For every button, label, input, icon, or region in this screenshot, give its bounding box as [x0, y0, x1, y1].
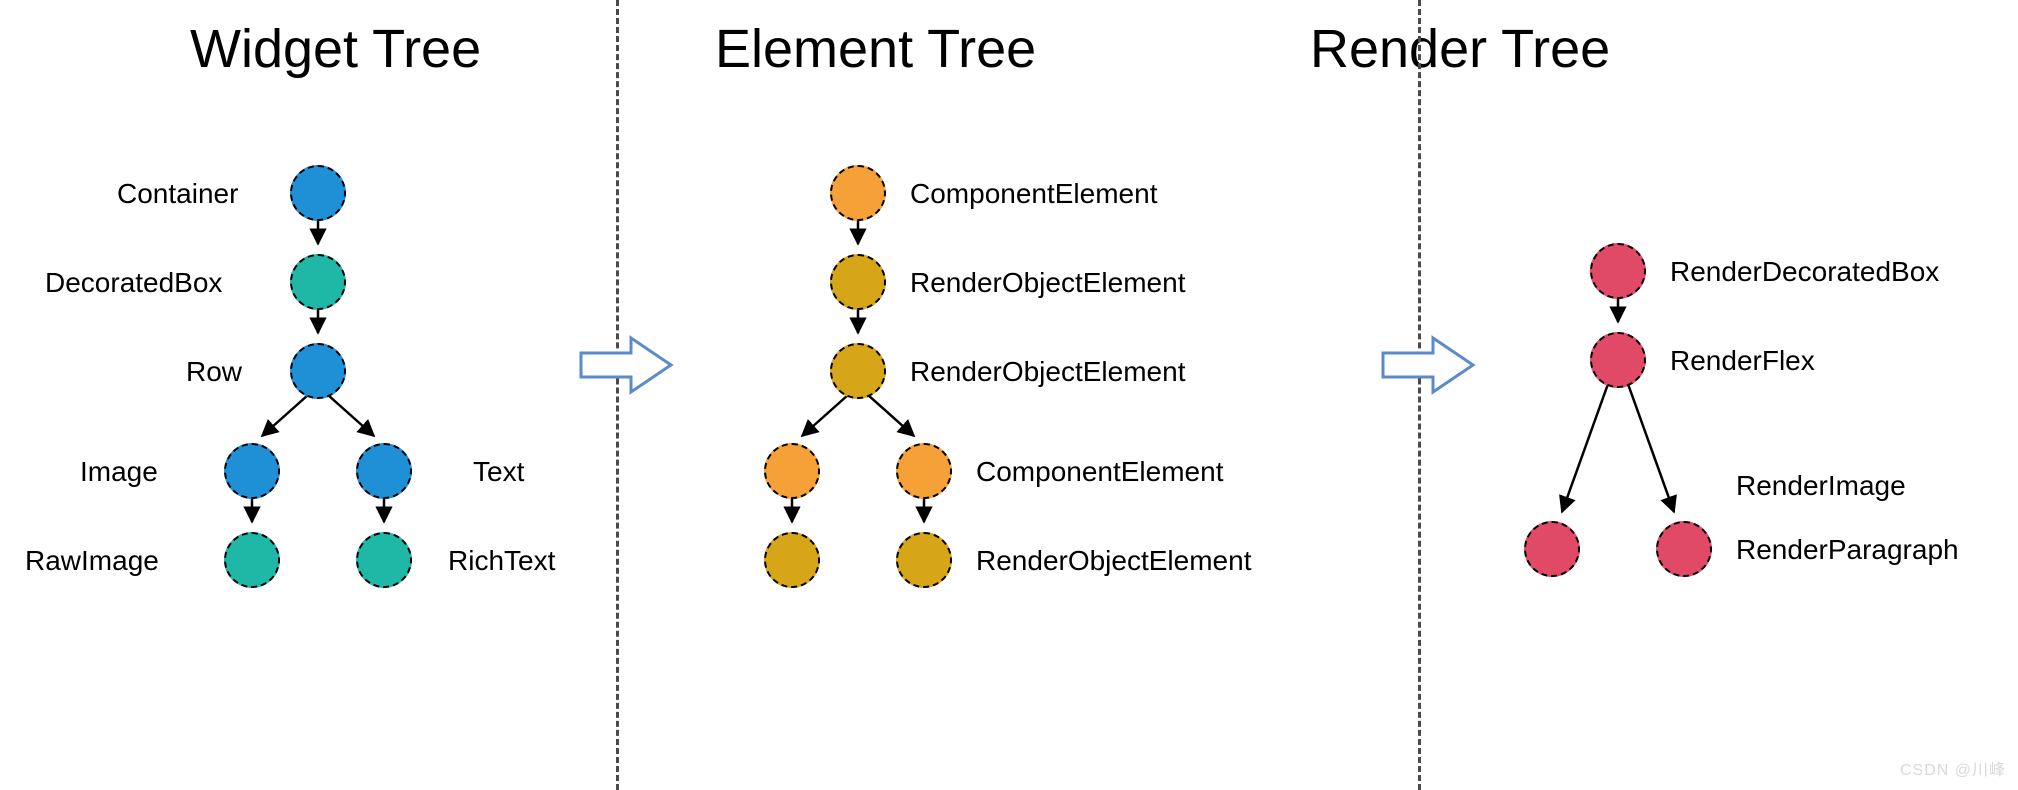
render-node-flex: [1590, 332, 1646, 388]
widget-node-row: [290, 343, 346, 399]
element-label-3: RenderObjectElement: [910, 356, 1185, 388]
widget-node-container: [290, 165, 346, 221]
render-label-decoratedbox: RenderDecoratedBox: [1670, 256, 1939, 288]
element-label-4: ComponentElement: [976, 456, 1223, 488]
element-label-5: RenderObjectElement: [976, 545, 1251, 577]
render-label-paragraph: RenderParagraph: [1736, 534, 1959, 566]
render-node-image: [1524, 521, 1580, 577]
render-tree-edges: [1460, 0, 2018, 790]
element-node-5: [896, 443, 952, 499]
widget-label-text: Text: [473, 456, 524, 488]
widget-label-row: Row: [186, 356, 242, 388]
widget-label-richtext: RichText: [448, 545, 555, 577]
render-node-decoratedbox: [1590, 243, 1646, 299]
element-node-4: [764, 443, 820, 499]
widget-node-text: [356, 443, 412, 499]
element-node-6: [764, 532, 820, 588]
element-node-1: [830, 165, 886, 221]
widget-label-decoratedbox: DecoratedBox: [45, 267, 222, 299]
widget-label-rawimage: RawImage: [25, 545, 159, 577]
render-label-flex: RenderFlex: [1670, 345, 1815, 377]
widget-node-rawimage: [224, 532, 280, 588]
element-label-1: ComponentElement: [910, 178, 1157, 210]
element-label-2: RenderObjectElement: [910, 267, 1185, 299]
watermark: CSDN @川峰: [1900, 756, 2006, 780]
element-node-7: [896, 532, 952, 588]
diagram-stage: Widget Tree Element Tree Render Tree Con…: [0, 0, 2018, 790]
element-node-3: [830, 343, 886, 399]
widget-node-image: [224, 443, 280, 499]
widget-node-decoratedbox: [290, 254, 346, 310]
widget-label-image: Image: [80, 456, 158, 488]
render-label-image: RenderImage: [1736, 470, 1906, 502]
render-node-paragraph: [1656, 521, 1712, 577]
element-tree-edges: [660, 0, 1420, 790]
widget-label-container: Container: [117, 178, 238, 210]
widget-node-richtext: [356, 532, 412, 588]
element-node-2: [830, 254, 886, 310]
